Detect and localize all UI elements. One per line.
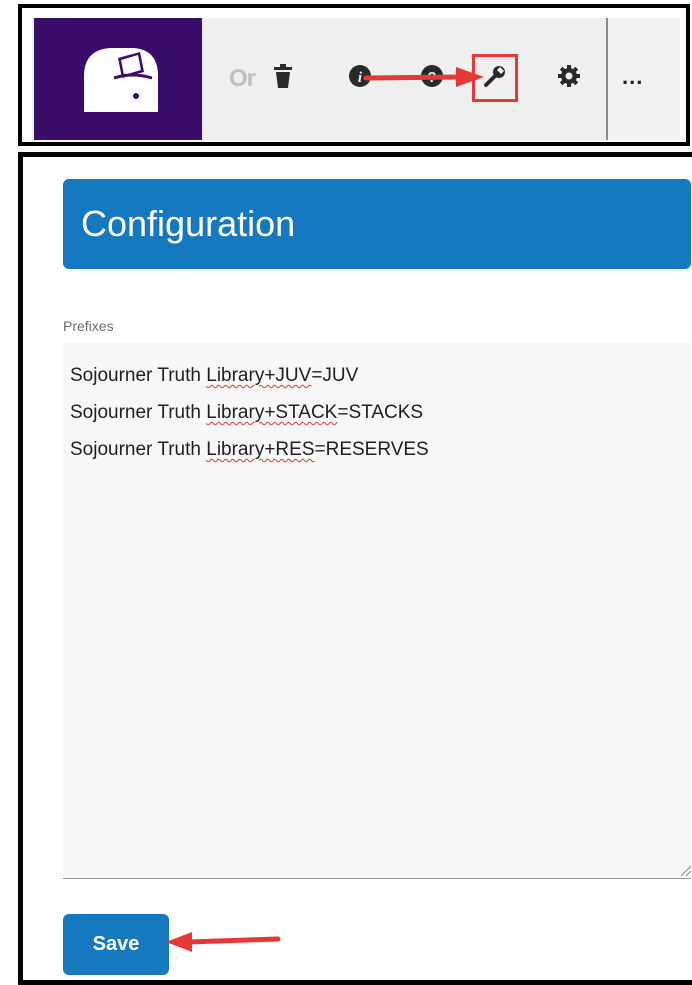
configuration-header: Configuration xyxy=(63,179,691,269)
annotation-arrow-to-wrench-icon xyxy=(363,67,484,87)
annotation-arrow-to-save-button xyxy=(166,932,281,952)
prefix-line-value: =JUV xyxy=(311,365,359,386)
page-title: Configuration xyxy=(81,203,296,244)
toolbar: Or i ? xyxy=(32,18,680,140)
save-button[interactable]: Save xyxy=(63,914,169,975)
label-printer-icon xyxy=(84,48,158,112)
trash-icon[interactable] xyxy=(272,64,298,90)
more-icon: ... xyxy=(622,64,644,89)
configuration-panel: Configuration Prefixes Sojourner Truth L… xyxy=(18,152,692,985)
prefix-line: Sojourner Truth Library+RES=RESERVES xyxy=(70,431,684,468)
prefix-line-key: Library+JUV xyxy=(206,365,312,386)
prefixes-textarea[interactable]: Sojourner Truth Library+JUV=JUV Sojourne… xyxy=(63,343,691,879)
prefix-line-key: Library+RES xyxy=(206,439,315,460)
prefix-line: Sojourner Truth Library+STACK=STACKS xyxy=(70,394,684,431)
prefix-line-value: =STACKS xyxy=(337,402,424,423)
prefixes-label: Prefixes xyxy=(63,318,114,334)
gear-icon[interactable] xyxy=(557,64,583,90)
more-button[interactable]: ... xyxy=(606,18,680,140)
prefix-line: Sojourner Truth Library+JUV=JUV xyxy=(70,357,684,394)
prefix-line-text: Sojourner Truth xyxy=(70,365,207,386)
resize-handle-icon[interactable] xyxy=(679,864,691,876)
prefix-line-key: Library+STACK xyxy=(206,402,338,423)
app-logo[interactable] xyxy=(34,18,202,140)
prefix-line-text: Sojourner Truth xyxy=(70,439,207,460)
prefix-line-text: Sojourner Truth xyxy=(70,402,207,423)
toolbar-panel: Or i ? xyxy=(18,4,690,146)
toolbar-truncated-label: Or xyxy=(229,65,256,92)
prefix-line-value: =RESERVES xyxy=(314,439,429,460)
